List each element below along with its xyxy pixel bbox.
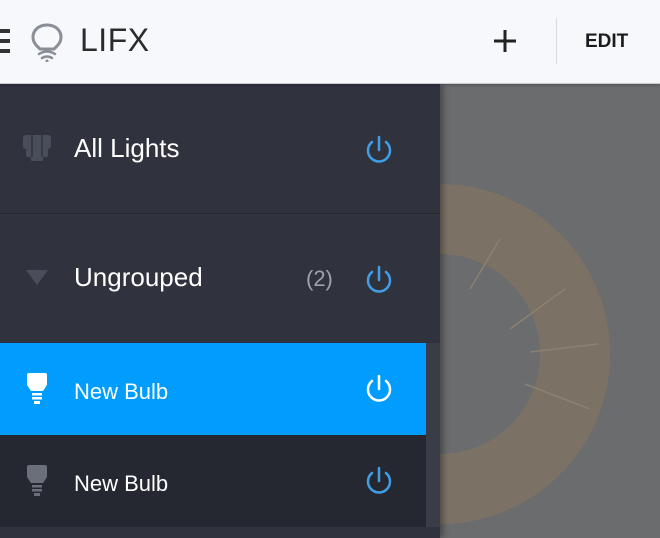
bulb-row[interactable]: New Bulb: [0, 435, 426, 527]
bulb-icon: [27, 373, 47, 404]
navigation-drawer: All Lights Ungrouped (2) New Bulb New Bu…: [0, 84, 440, 538]
power-icon[interactable]: [362, 263, 396, 297]
power-icon[interactable]: [362, 133, 396, 167]
power-icon[interactable]: [362, 372, 396, 406]
group-count: (2): [306, 266, 333, 291]
all-lights-row[interactable]: All Lights: [0, 84, 440, 214]
add-button[interactable]: [488, 24, 522, 58]
edit-button[interactable]: EDIT: [585, 31, 628, 53]
app-bar: LIFX EDIT: [0, 0, 660, 84]
group-label: Ungrouped: [74, 262, 203, 292]
drawer-scrollbar[interactable]: [426, 343, 440, 527]
bulb-label: New Bulb: [74, 471, 169, 496]
all-lights-label: All Lights: [74, 133, 180, 163]
plus-icon: [494, 30, 516, 52]
color-wheel-backdrop: [440, 84, 660, 538]
triangle-down-icon[interactable]: [26, 270, 48, 286]
group-row-ungrouped[interactable]: Ungrouped (2): [0, 214, 440, 343]
lifx-logo-icon: [30, 22, 64, 63]
lights-cluster-icon: [23, 135, 51, 161]
menu-icon[interactable]: [0, 29, 10, 53]
color-wheel-ring: [440, 184, 610, 524]
bulb-icon: [27, 465, 47, 496]
toolbar-divider: [556, 18, 557, 64]
app-title: LIFX: [80, 22, 150, 58]
bulb-row-selected[interactable]: New Bulb: [0, 343, 426, 435]
bulb-label: New Bulb: [74, 379, 169, 404]
power-icon[interactable]: [362, 464, 396, 498]
